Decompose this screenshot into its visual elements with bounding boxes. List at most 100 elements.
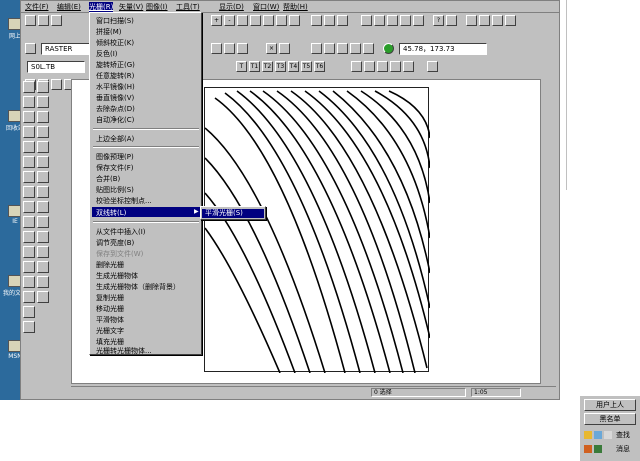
menu-item-save-file[interactable]: 保存文件(F) (96, 163, 134, 173)
tool-a-icon[interactable] (446, 15, 457, 26)
vtool-27-icon[interactable] (23, 276, 35, 288)
zoom-window-icon[interactable] (237, 15, 248, 26)
globe-icon[interactable] (383, 43, 394, 54)
text-icon[interactable] (324, 15, 335, 26)
tool-e-icon[interactable] (505, 15, 516, 26)
raster-tool-5-icon[interactable] (413, 15, 424, 26)
zoom-in-icon[interactable]: + (211, 15, 222, 26)
menu-vector[interactable]: 矢量(V) (119, 2, 143, 12)
save-icon[interactable] (51, 15, 62, 26)
target-icon[interactable] (279, 43, 290, 54)
vtool-25-icon[interactable] (23, 261, 35, 273)
vtool-13-icon[interactable] (23, 171, 35, 183)
refresh-icon[interactable] (276, 15, 287, 26)
t0-icon[interactable]: T (236, 61, 247, 72)
tool-c-icon[interactable] (479, 15, 490, 26)
menu-file[interactable]: 文件(F) (25, 2, 49, 12)
menu-item-delete-raster[interactable]: 删除光栅 (96, 260, 124, 270)
menu-item-auto-clean[interactable]: 自动净化(C) (96, 115, 134, 125)
menu-item-make-object[interactable]: 生成光栅物体 (96, 271, 138, 281)
grid-5-icon[interactable] (363, 43, 374, 54)
menu-item-invert[interactable]: 反色(I) (96, 49, 118, 59)
menu-item-smooth-object[interactable]: 平滑物体 (96, 315, 124, 325)
t6-icon[interactable]: T6 (314, 61, 325, 72)
cross-icon[interactable]: × (266, 43, 277, 54)
vtool-15-icon[interactable] (23, 186, 35, 198)
menu-item-raster-text[interactable]: 光栅文字 (96, 326, 124, 336)
select-icon[interactable] (311, 15, 322, 26)
measure-icon[interactable] (289, 15, 300, 26)
menu-image[interactable]: 图像(I) (146, 2, 168, 12)
music-icon[interactable] (584, 445, 592, 453)
grid-2-icon[interactable] (324, 43, 335, 54)
menu-window[interactable]: 窗口(W) (253, 2, 279, 12)
t5-icon[interactable]: T5 (301, 61, 312, 72)
vtool-20-icon[interactable] (37, 216, 49, 228)
vtool-22-icon[interactable] (37, 231, 49, 243)
vtool-11-icon[interactable] (23, 156, 35, 168)
menu-display[interactable]: 显示(D) (219, 2, 244, 12)
vtool-17-icon[interactable] (23, 201, 35, 213)
message-action[interactable]: 消息 (616, 443, 630, 455)
file-field[interactable]: S0L.TB (27, 61, 85, 73)
menu-item-scale[interactable]: 贴图比例(S) (96, 185, 134, 195)
menu-item-merge[interactable]: 合并(B) (96, 174, 120, 184)
user-icon[interactable] (584, 431, 592, 439)
calendar-icon[interactable] (427, 61, 438, 72)
vtool-10-icon[interactable] (37, 141, 49, 153)
vtool-2-icon[interactable] (37, 81, 49, 93)
search-action[interactable]: 查找 (616, 429, 630, 441)
menu-edit[interactable]: 编辑(E) (57, 2, 81, 12)
vtool-6-icon[interactable] (37, 111, 49, 123)
vtool-12-icon[interactable] (37, 156, 49, 168)
menu-item-stitch[interactable]: 拼接(M) (96, 27, 122, 37)
menu-help[interactable]: 帮助(H) (283, 2, 308, 12)
pencil-icon[interactable] (211, 43, 222, 54)
menu-item-window-scan[interactable]: 窗口扫描(S) (96, 16, 134, 26)
mail-icon[interactable] (604, 431, 612, 439)
menu-item-double-line[interactable]: 双线转(L) (96, 208, 126, 218)
menu-item-insert-file[interactable]: 从文件中插入(I) (96, 227, 146, 237)
help-icon[interactable]: ? (433, 15, 444, 26)
menu-item-move-raster[interactable]: 移动光栅 (96, 304, 124, 314)
vtool-5-icon[interactable] (23, 111, 35, 123)
vtool-4-icon[interactable] (37, 96, 49, 108)
grid-4-icon[interactable] (350, 43, 361, 54)
menu-item-mirror-v[interactable]: 垂直镜像(V) (96, 93, 134, 103)
menu-item-copy-raster[interactable]: 复制光栅 (96, 293, 124, 303)
vtool-26-icon[interactable] (37, 261, 49, 273)
vtool-28-icon[interactable] (37, 276, 49, 288)
menu-item-rotate-correct[interactable]: 旋转矫正(G) (96, 60, 135, 70)
vtool-9-icon[interactable] (23, 141, 35, 153)
menu-item-brightness[interactable]: 调节亮度(B) (96, 238, 134, 248)
vtool-24-icon[interactable] (37, 246, 49, 258)
vtool-32-icon[interactable] (23, 321, 35, 333)
layer-icon[interactable] (25, 43, 36, 54)
blacklist-button[interactable]: 黑名单 (584, 413, 636, 425)
vtool-30-icon[interactable] (37, 291, 49, 303)
chat-icon[interactable] (594, 431, 602, 439)
zoom-out-icon[interactable]: - (224, 15, 235, 26)
menu-item-deskew[interactable]: 倾斜校正(K) (96, 38, 134, 48)
menu-item-preprocess[interactable]: 图像预理(P) (96, 152, 134, 162)
line-icon[interactable] (224, 43, 235, 54)
vtool-14-icon[interactable] (37, 171, 49, 183)
t3-icon[interactable]: T3 (275, 61, 286, 72)
vtool-23-icon[interactable] (23, 246, 35, 258)
vtool-21-icon[interactable] (23, 231, 35, 243)
menu-item-raster-to-object[interactable]: 光栅转光栅物体... (96, 346, 152, 356)
snap-4-icon[interactable] (390, 61, 401, 72)
raster-tool-3-icon[interactable] (387, 15, 398, 26)
add-contact-button[interactable]: 用户上人 (584, 399, 636, 411)
menu-item-control-points[interactable]: 校验坐标控制点... (96, 196, 152, 206)
vtool-29-icon[interactable] (23, 291, 35, 303)
grid-3-icon[interactable] (337, 43, 348, 54)
menu-item-rotate-free[interactable]: 任意旋转(R) (96, 71, 134, 81)
vtool-16-icon[interactable] (37, 186, 49, 198)
tool-d-icon[interactable] (492, 15, 503, 26)
tool-b-icon[interactable] (466, 15, 477, 26)
grid-icon[interactable] (311, 43, 322, 54)
pan-icon[interactable] (263, 15, 274, 26)
zoom-all-icon[interactable] (250, 15, 261, 26)
t4-icon[interactable]: T4 (288, 61, 299, 72)
